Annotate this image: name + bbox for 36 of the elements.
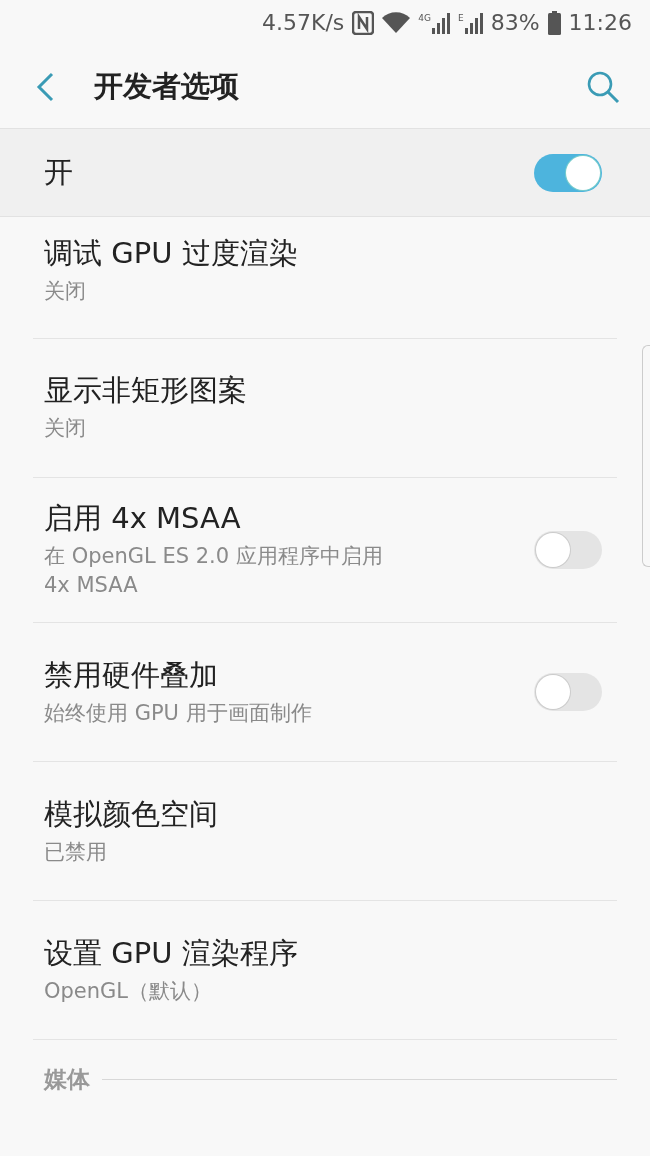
settings-item[interactable]: 禁用硬件叠加 始终使用 GPU 用于画面制作 [33, 623, 617, 763]
toggle-switch[interactable] [534, 531, 602, 570]
section-header: 媒体 [44, 1065, 90, 1095]
settings-item[interactable]: 调试 GPU 过度渲染 关闭 [33, 217, 617, 339]
item-summary: OpenGL（默认） [44, 977, 214, 1005]
item-title: 调试 GPU 过度渲染 [44, 234, 299, 272]
battery-percent: 83% [490, 9, 540, 37]
item-title: 启用 4x MSAA [44, 500, 242, 537]
item-title: 禁用硬件叠加 [44, 656, 219, 694]
item-summary: 在 OpenGL ES 2.0 应用程序中启用 4x MSAA [44, 542, 384, 600]
nfc-icon [352, 10, 375, 35]
item-summary: 关闭 [44, 277, 87, 305]
network-speed: 4.57K/s [262, 9, 345, 37]
item-summary: 关闭 [44, 415, 87, 443]
settings-item[interactable]: 显示非矩形图案 关闭 [33, 339, 617, 478]
item-summary: 始终使用 GPU 用于画面制作 [44, 699, 313, 727]
item-title: 设置 GPU 渲染程序 [44, 934, 299, 972]
signal-icon [464, 11, 483, 34]
item-summary: 已禁用 [44, 838, 108, 866]
clock: 11:26 [568, 9, 632, 37]
battery-icon [547, 10, 561, 35]
network-type: 4G [418, 11, 431, 25]
settings-item[interactable]: 启用 4x MSAA 在 OpenGL ES 2.0 应用程序中启用 4x MSAA [33, 478, 617, 624]
signal-icon [432, 11, 450, 34]
settings-item[interactable]: 设置 GPU 渲染程序 OpenGL（默认） [33, 901, 617, 1041]
search-button[interactable] [586, 69, 620, 104]
item-title: 显示非矩形图案 [44, 372, 248, 410]
page-title: 开发者选项 [94, 67, 239, 105]
toggle-switch[interactable] [534, 153, 602, 192]
toggle-switch[interactable] [534, 673, 602, 712]
back-button[interactable] [36, 71, 54, 102]
switch-label: 开 [44, 153, 73, 191]
wifi-icon [382, 11, 411, 34]
item-title: 模拟颜色空间 [44, 795, 219, 833]
network-type: E [458, 11, 464, 25]
settings-item[interactable]: 模拟颜色空间 已禁用 [33, 762, 617, 902]
